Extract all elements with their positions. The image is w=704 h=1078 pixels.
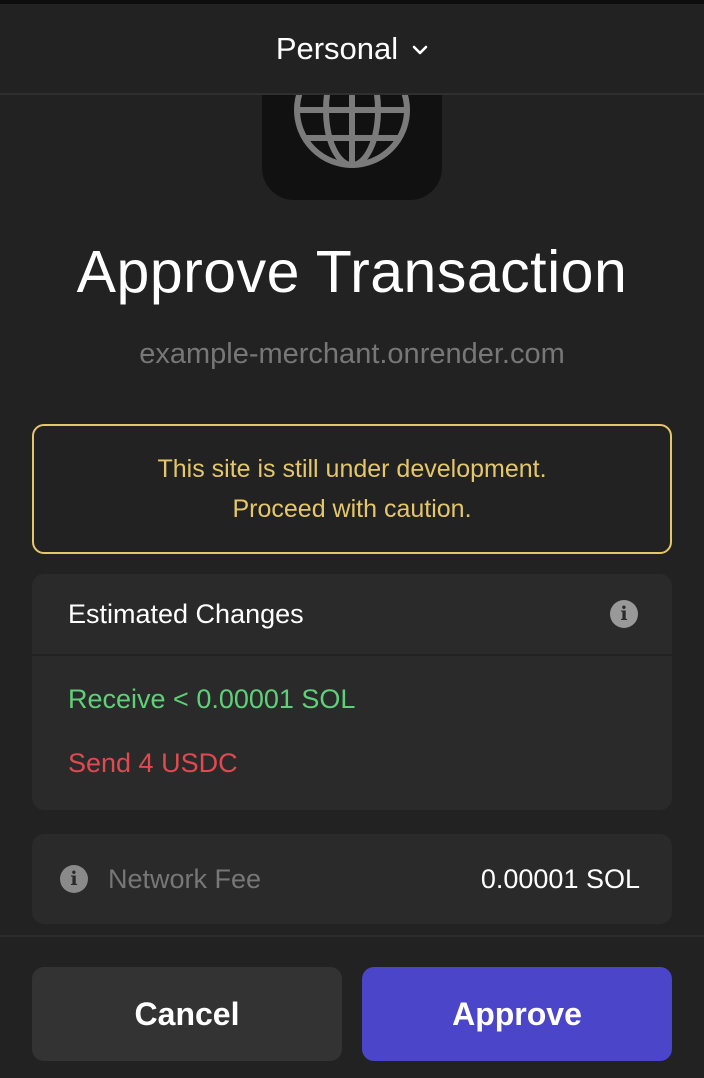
network-fee-label: Network Fee xyxy=(108,863,262,894)
estimated-changes-header: Estimated Changes i xyxy=(32,574,672,656)
chevron-down-icon xyxy=(412,45,428,54)
origin-domain: example-merchant.onrender.com xyxy=(139,338,565,370)
approve-button[interactable]: Approve xyxy=(362,967,672,1061)
account-selector[interactable]: Personal xyxy=(0,26,704,72)
cancel-button[interactable]: Cancel xyxy=(32,967,342,1061)
window-top-edge xyxy=(0,0,704,4)
warning-line-1: This site is still under development. xyxy=(157,455,547,483)
estimated-changes-label: Estimated Changes xyxy=(68,598,304,629)
receive-change: Receive < 0.00001 SOL xyxy=(68,684,356,714)
warning-line-2: Proceed with caution. xyxy=(232,495,472,523)
send-change: Send 4 USDC xyxy=(68,748,238,778)
account-name: Personal xyxy=(275,31,399,66)
globe-icon xyxy=(294,80,410,168)
network-fee-card: i Network Fee 0.00001 SOL xyxy=(32,834,672,924)
info-icon[interactable]: i xyxy=(610,600,638,628)
page-title: Approve Transaction xyxy=(76,239,628,305)
action-footer: Cancel Approve xyxy=(0,935,704,1078)
estimated-changes-card: Estimated Changes i Receive < 0.00001 SO… xyxy=(32,574,672,810)
development-warning: This site is still under development. Pr… xyxy=(32,424,672,554)
network-fee-info-icon[interactable]: i xyxy=(60,865,88,893)
network-fee-value: 0.00001 SOL xyxy=(480,863,640,894)
header-bar: Personal xyxy=(0,0,704,95)
